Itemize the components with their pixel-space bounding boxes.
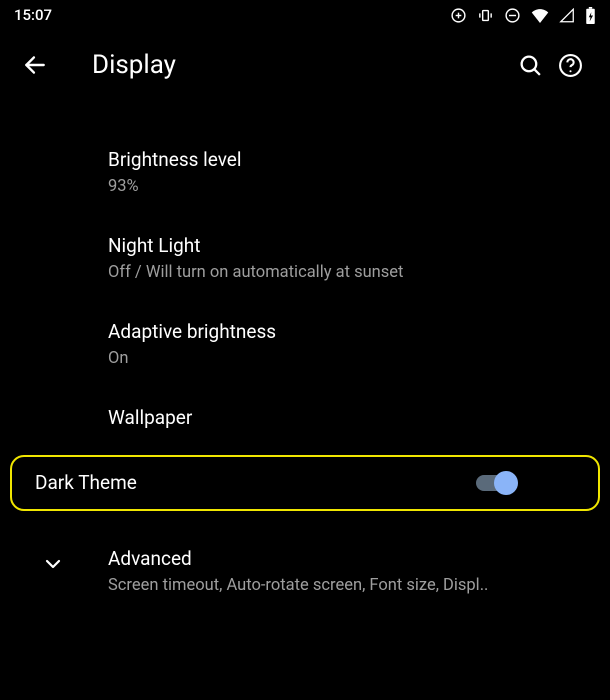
- battery-icon: [585, 7, 596, 24]
- status-bar: 15:07: [0, 0, 610, 30]
- signal-icon: [559, 8, 575, 23]
- chevron-down-icon: [41, 552, 65, 576]
- row-title: Brightness level: [108, 148, 580, 173]
- search-icon: [518, 53, 543, 78]
- row-title: Dark Theme: [35, 471, 476, 496]
- row-night-light[interactable]: Night Light Off / Will turn on automatic…: [0, 216, 610, 302]
- vibrate-icon: [477, 7, 494, 24]
- row-wallpaper[interactable]: Wallpaper: [0, 388, 610, 449]
- row-dark-theme[interactable]: Dark Theme: [10, 455, 600, 512]
- plus-circle-icon: [450, 7, 467, 24]
- help-button[interactable]: [550, 45, 590, 85]
- row-subtitle: Screen timeout, Auto-rotate screen, Font…: [108, 575, 592, 597]
- dnd-icon: [504, 7, 521, 24]
- row-advanced[interactable]: Advanced Screen timeout, Auto-rotate scr…: [0, 529, 610, 615]
- dark-theme-toggle[interactable]: [476, 471, 518, 495]
- row-brightness-level[interactable]: Brightness level 93%: [0, 130, 610, 216]
- settings-list: Brightness level 93% Night Light Off / W…: [0, 100, 610, 615]
- wifi-icon: [531, 8, 549, 23]
- back-button[interactable]: [20, 50, 50, 80]
- toggle-thumb: [494, 471, 518, 495]
- row-adaptive-brightness[interactable]: Adaptive brightness On: [0, 302, 610, 388]
- help-icon: [558, 53, 583, 78]
- row-title: Adaptive brightness: [108, 320, 580, 345]
- row-title: Night Light: [108, 234, 580, 259]
- row-title: Wallpaper: [108, 406, 580, 431]
- row-subtitle: Off / Will turn on automatically at suns…: [108, 262, 580, 284]
- row-subtitle: 93%: [108, 176, 580, 198]
- page-title: Display: [92, 50, 510, 80]
- expand-icon-wrapper: [40, 551, 66, 577]
- search-button[interactable]: [510, 45, 550, 85]
- arrow-left-icon: [22, 52, 48, 78]
- row-title: Advanced: [108, 547, 592, 572]
- status-time: 15:07: [14, 6, 52, 24]
- status-icons: [450, 7, 596, 24]
- app-header: Display: [0, 30, 610, 100]
- row-subtitle: On: [108, 348, 580, 370]
